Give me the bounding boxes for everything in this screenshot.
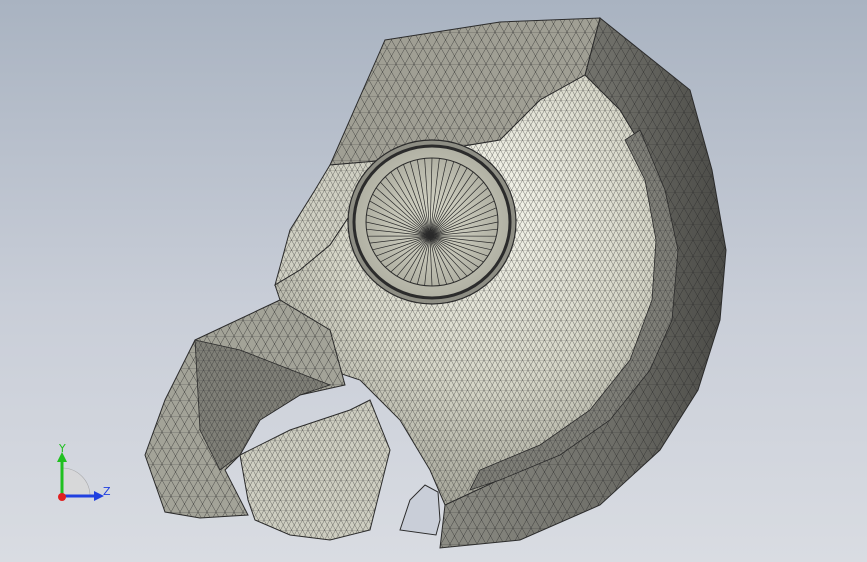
z-axis-label: Z [103, 485, 111, 498]
hub-disc [347, 139, 517, 305]
graphics-viewport[interactable]: Y Z [0, 0, 867, 562]
mesh-part-model[interactable] [0, 0, 867, 562]
bottom-notch [399, 484, 441, 536]
y-axis-label: Y [59, 442, 66, 455]
x-axis-dot [58, 493, 66, 501]
triad-quadrant [61, 467, 91, 497]
axis-triad: Y Z [40, 438, 120, 508]
